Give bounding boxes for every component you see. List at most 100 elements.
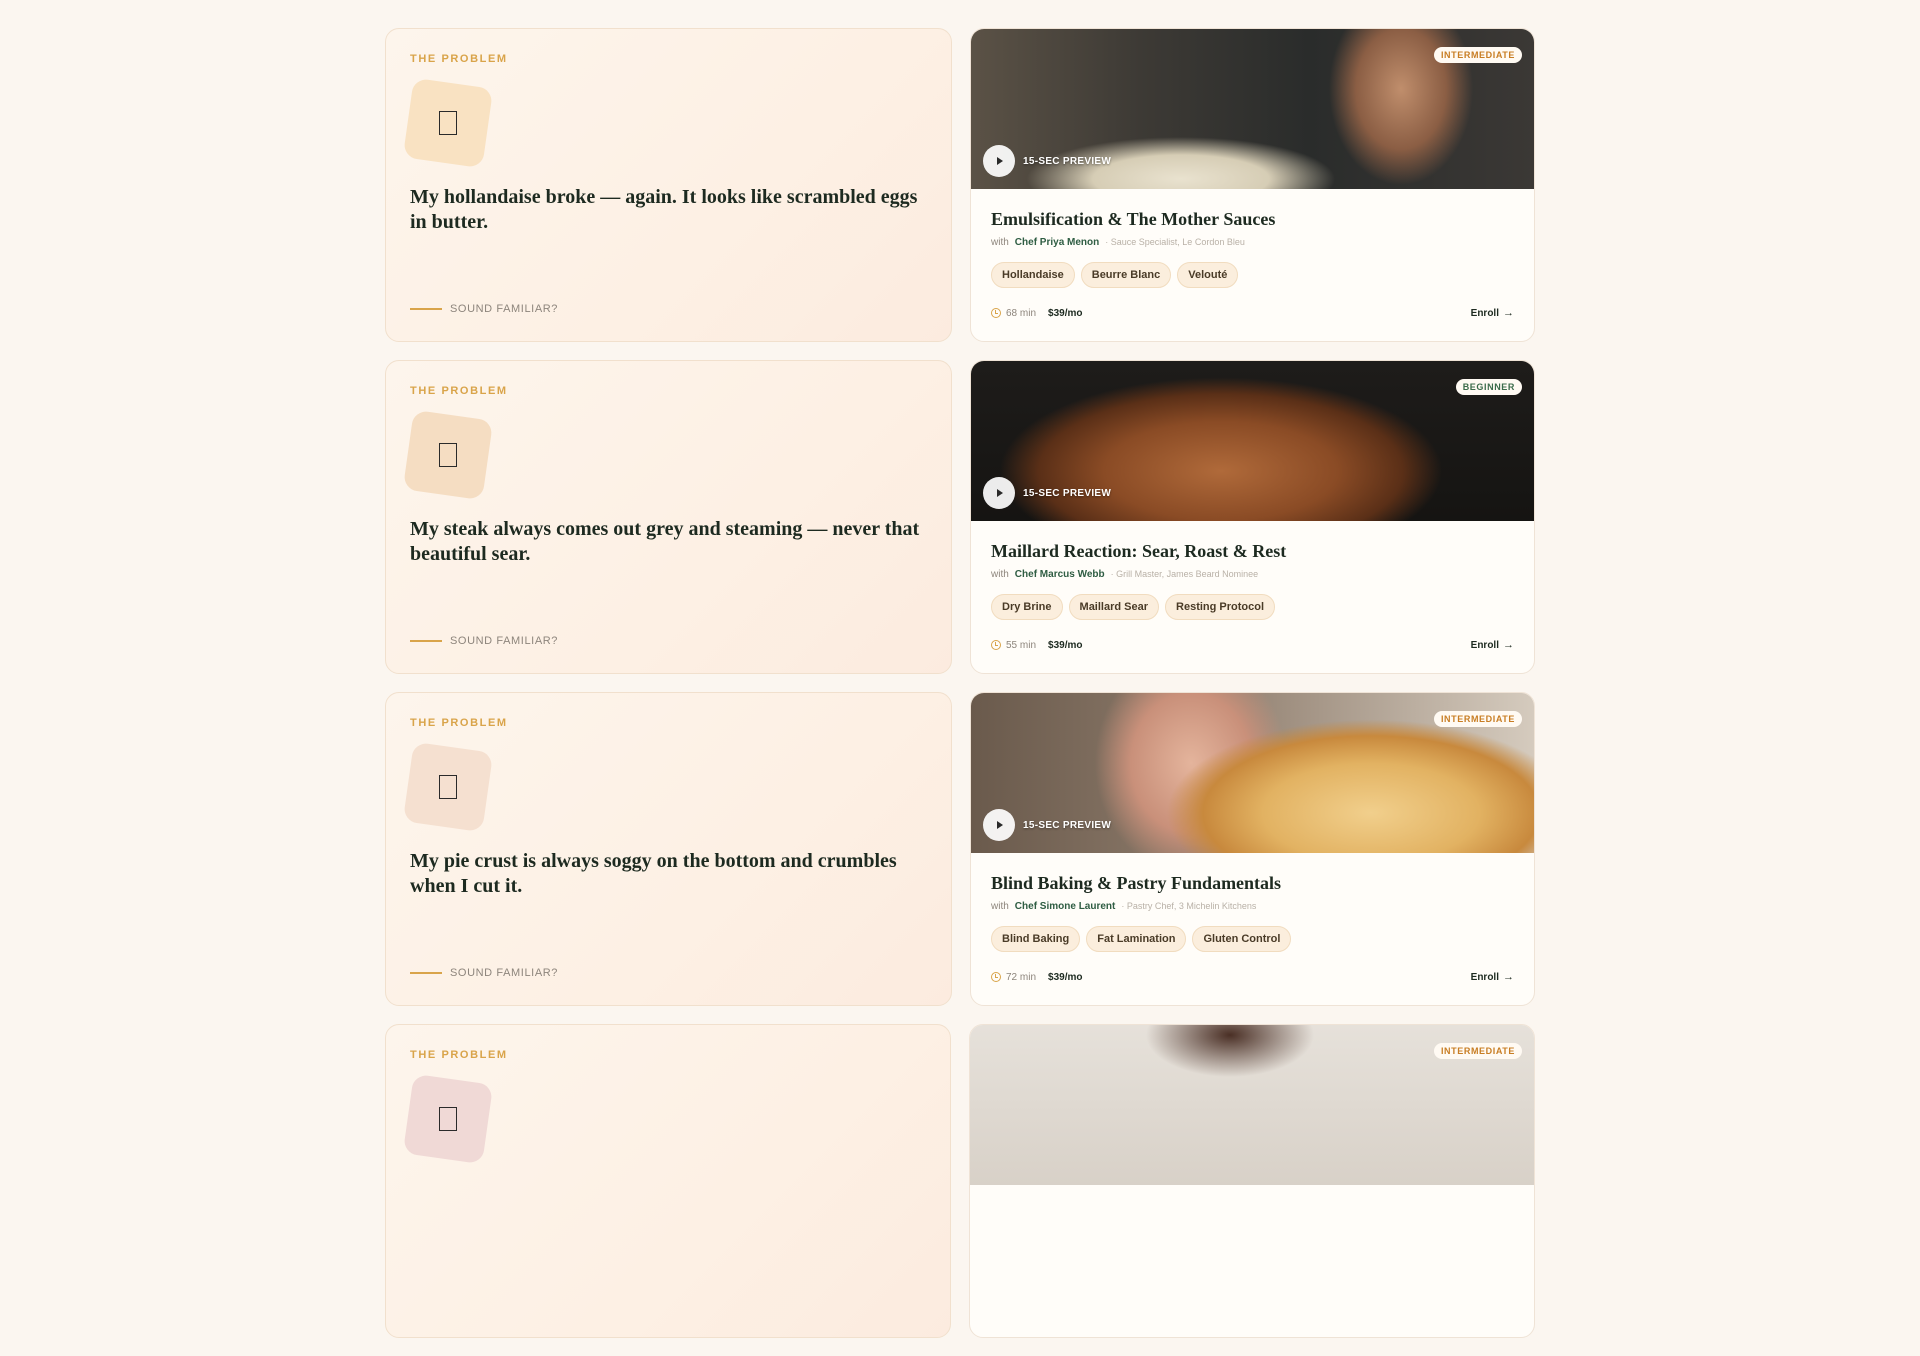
arrow-right-icon: → [1503, 971, 1514, 983]
problem-icon-tile [402, 741, 494, 833]
technique-tag: Gluten Control [1192, 926, 1292, 952]
sound-familiar-label: SOUND FAMILIAR? [450, 303, 559, 315]
course-body: Blind Baking & Pastry Fundamentals with … [971, 853, 1534, 952]
clock-icon [991, 640, 1001, 650]
problem-icon-tile [402, 77, 494, 169]
technique-tag: Maillard Sear [1068, 594, 1160, 620]
price: $39/mo [1048, 639, 1083, 651]
course-card[interactable]: INTERMEDIATE 15-SEC PREVIEW Blind Baking… [970, 692, 1535, 1006]
problem-label: THE PROBLEM [410, 1049, 508, 1061]
course-card[interactable]: INTERMEDIATE [969, 1024, 1535, 1338]
technique-tag: Blind Baking [991, 926, 1081, 952]
document-icon [439, 111, 457, 135]
technique-tag: Fat Lamination [1086, 926, 1187, 952]
document-icon [439, 443, 457, 467]
course-card[interactable]: BEGINNER 15-SEC PREVIEW Maillard Reactio… [970, 360, 1535, 674]
with-label: with [991, 569, 1009, 580]
course-preview-media[interactable]: BEGINNER 15-SEC PREVIEW [971, 361, 1534, 521]
course-title: Emulsification & The Mother Sauces [991, 209, 1276, 229]
accent-line [410, 308, 442, 310]
chef-role: · Grill Master, James Beard Nominee [1110, 569, 1259, 579]
problem-label: THE PROBLEM [410, 385, 508, 397]
problem-icon-tile [402, 409, 494, 501]
accent-line [410, 640, 442, 642]
play-button[interactable] [983, 145, 1015, 177]
preview-label: 15-SEC PREVIEW [1023, 819, 1112, 831]
with-label: with [991, 901, 1009, 912]
course-title: Blind Baking & Pastry Fundamentals [991, 873, 1282, 893]
course-preview-media[interactable]: INTERMEDIATE [970, 1025, 1534, 1185]
preview-label: 15-SEC PREVIEW [1023, 155, 1112, 167]
course-preview-media[interactable]: INTERMEDIATE 15-SEC PREVIEW [971, 693, 1534, 853]
preview-control[interactable]: 15-SEC PREVIEW [983, 477, 1111, 509]
problem-course-row: THE PROBLEM My steak always comes out gr… [385, 360, 1535, 674]
level-badge: INTERMEDIATE [1433, 1043, 1522, 1059]
problem-quote: My pie crust is always soggy on the bott… [410, 850, 897, 897]
course-meta: 55 min $39/mo Enroll → [991, 639, 1514, 651]
sound-familiar: SOUND FAMILIAR? [410, 967, 558, 979]
preview-label: 15-SEC PREVIEW [1023, 487, 1112, 499]
problem-label: THE PROBLEM [410, 53, 508, 65]
technique-tag: Hollandaise [991, 262, 1075, 288]
play-button[interactable] [983, 477, 1015, 509]
enroll-button[interactable]: Enroll → [1471, 307, 1514, 319]
instructor-line: with Chef Marcus Webb · Grill Master, Ja… [991, 569, 1514, 580]
accent-line [410, 972, 442, 974]
document-icon [439, 775, 457, 799]
course-body: Emulsification & The Mother Sauces with … [971, 189, 1534, 288]
chef-role: · Pastry Chef, 3 Michelin Kitchens [1121, 901, 1257, 911]
enroll-label: Enroll [1470, 639, 1499, 651]
arrow-right-icon: → [1503, 639, 1514, 651]
document-icon [439, 1107, 457, 1131]
preview-control[interactable]: 15-SEC PREVIEW [983, 145, 1111, 177]
problem-label: THE PROBLEM [410, 717, 508, 729]
problem-course-row: THE PROBLEM My hollandaise broke — again… [385, 28, 1535, 342]
duration: 55 min [1006, 639, 1037, 651]
course-card[interactable]: INTERMEDIATE 15-SEC PREVIEW Emulsificati… [970, 28, 1535, 342]
course-body: Maillard Reaction: Sear, Roast & Rest wi… [971, 521, 1534, 620]
problem-quote: My hollandaise broke — again. It looks l… [410, 186, 918, 233]
course-meta: 72 min $39/mo Enroll → [991, 971, 1514, 983]
clock-icon [991, 308, 1001, 318]
technique-tag: Velouté [1177, 262, 1239, 288]
chef-name: Chef Simone Laurent [1014, 901, 1116, 912]
enroll-label: Enroll [1470, 971, 1499, 983]
technique-tag: Beurre Blanc [1080, 262, 1172, 288]
problem-card: THE PROBLEM My steak always comes out gr… [385, 360, 952, 674]
duration: 68 min [1006, 307, 1037, 319]
enroll-button[interactable]: Enroll → [1471, 971, 1514, 983]
enroll-button[interactable]: Enroll → [1471, 639, 1514, 651]
clock-icon [991, 972, 1001, 982]
enroll-label: Enroll [1470, 307, 1499, 319]
problem-course-row: THE PROBLEM My pie crust is always soggy… [385, 692, 1535, 1006]
problem-card: THE PROBLEM My hollandaise broke — again… [385, 28, 952, 342]
sound-familiar: SOUND FAMILIAR? [410, 635, 558, 647]
duration: 72 min [1006, 971, 1037, 983]
problem-icon-tile [402, 1073, 494, 1165]
technique-tag: Resting Protocol [1165, 594, 1276, 620]
price: $39/mo [1048, 971, 1083, 983]
sound-familiar-label: SOUND FAMILIAR? [450, 967, 559, 979]
tag-list: Blind Baking Fat Lamination Gluten Contr… [991, 926, 1514, 952]
sound-familiar: SOUND FAMILIAR? [410, 303, 558, 315]
problem-card: THE PROBLEM [385, 1024, 952, 1338]
price: $39/mo [1048, 307, 1083, 319]
play-icon [997, 489, 1003, 497]
play-icon [997, 821, 1003, 829]
chef-name: Chef Priya Menon [1014, 237, 1100, 248]
level-badge: BEGINNER [1455, 379, 1522, 395]
arrow-right-icon: → [1503, 307, 1514, 319]
play-button[interactable] [983, 809, 1015, 841]
course-title: Maillard Reaction: Sear, Roast & Rest [991, 541, 1287, 561]
play-icon [997, 157, 1003, 165]
preview-control[interactable]: 15-SEC PREVIEW [983, 809, 1111, 841]
technique-tag: Dry Brine [991, 594, 1063, 620]
course-meta: 68 min $39/mo Enroll → [991, 307, 1514, 319]
course-preview-media[interactable]: INTERMEDIATE 15-SEC PREVIEW [971, 29, 1534, 189]
level-badge: INTERMEDIATE [1433, 711, 1522, 727]
tag-list: Dry Brine Maillard Sear Resting Protocol [991, 594, 1514, 620]
sound-familiar-label: SOUND FAMILIAR? [450, 635, 559, 647]
chef-name: Chef Marcus Webb [1014, 569, 1105, 580]
with-label: with [991, 237, 1009, 248]
chef-role: · Sauce Specialist, Le Cordon Bleu [1105, 237, 1245, 247]
